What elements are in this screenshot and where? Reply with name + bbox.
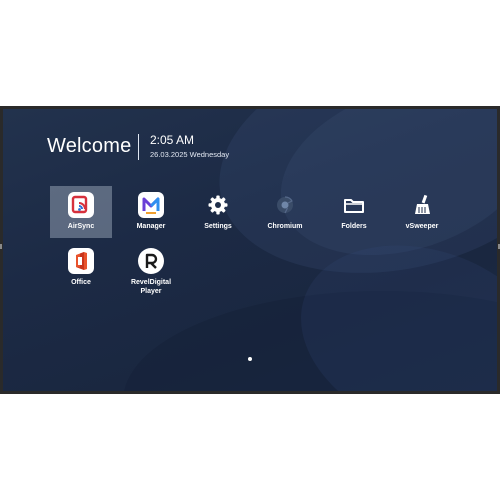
app-airsync[interactable]: AirSync <box>50 186 112 238</box>
app-settings[interactable]: Settings <box>187 186 249 238</box>
app-label: RevelDigital Player <box>130 279 172 295</box>
app-label: Manager <box>136 223 166 230</box>
office-icon <box>68 248 94 274</box>
app-vsweeper[interactable]: vSweeper <box>391 186 453 238</box>
clock-time: 2:05 AM <box>150 133 195 147</box>
app-folders[interactable]: Folders <box>323 186 385 238</box>
welcome-title: Welcome <box>47 135 132 157</box>
broom-icon <box>409 192 435 218</box>
app-label: Chromium <box>267 223 303 230</box>
page-indicator-dot <box>248 357 252 361</box>
header-divider <box>138 134 139 160</box>
reveldigital-icon <box>138 248 164 274</box>
app-label: Folders <box>341 223 367 230</box>
display-bezel: Welcome 2:05 AM 26.03.2025 Wednesday Air… <box>0 106 500 394</box>
app-office[interactable]: Office <box>50 242 112 294</box>
app-label: Office <box>71 279 91 286</box>
bezel-marker <box>0 244 2 249</box>
folder-icon <box>341 192 367 218</box>
app-label: Settings <box>204 223 232 230</box>
clock-date: 26.03.2025 Wednesday <box>150 150 230 159</box>
chromium-icon <box>272 192 298 218</box>
app-reveldigital-player[interactable]: RevelDigital Player <box>115 242 187 295</box>
home-screen: Welcome 2:05 AM 26.03.2025 Wednesday Air… <box>3 109 497 391</box>
app-label: AirSync <box>67 223 95 230</box>
app-manager[interactable]: Manager <box>120 186 182 238</box>
app-label: vSweeper <box>405 223 439 230</box>
manager-icon <box>138 192 164 218</box>
gear-icon <box>205 192 231 218</box>
airsync-icon <box>68 192 94 218</box>
app-chromium[interactable]: Chromium <box>254 186 316 238</box>
